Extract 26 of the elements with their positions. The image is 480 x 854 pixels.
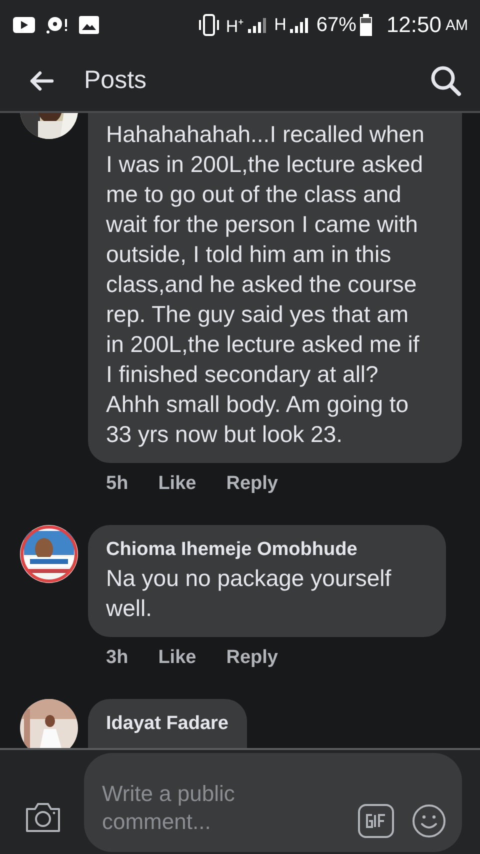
comment-field[interactable]: Write a public comment... (84, 752, 462, 852)
camera-icon[interactable] (24, 800, 62, 834)
commenter-name[interactable]: Idayat Fadare (106, 711, 228, 737)
network-type: H (274, 15, 286, 35)
emoji-icon[interactable] (412, 804, 446, 838)
battery-icon (360, 14, 372, 36)
comment-text: Hahahahahah...I recalled when I was in 200L,the lecture asked me to go out of the class and wait for the person I came with outside, I told him am in this class,and he asked the course rep. The guy said yes that am in 200L,the lecture asked me if I finished secondary at all? Ahhh small body. Am going to 33 yrs now but look 23. (106, 120, 426, 449)
comment-time: 5h (106, 473, 128, 495)
disc-icon (45, 15, 69, 35)
clock: 12:50 (386, 12, 442, 38)
video-icon (12, 15, 36, 35)
reply-link[interactable]: Reply (226, 473, 278, 495)
back-arrow-icon[interactable] (28, 70, 54, 92)
battery-percent: 67% (316, 14, 356, 36)
search-icon[interactable] (430, 64, 462, 96)
like-link[interactable]: Like (158, 473, 196, 495)
image-icon (78, 15, 100, 35)
reply-link[interactable]: Reply (226, 647, 278, 669)
comment-text: Na you no package yourself well. (106, 564, 392, 623)
page-title: Posts (84, 66, 148, 95)
network-type: H⁺ (226, 16, 244, 36)
comment-time: 3h (106, 647, 128, 669)
gif-icon[interactable] (358, 804, 394, 838)
commenter-name[interactable]: Chioma Ihemeje Omobhude (106, 537, 428, 563)
clock-period: AM (446, 16, 468, 34)
like-link[interactable]: Like (158, 647, 196, 669)
